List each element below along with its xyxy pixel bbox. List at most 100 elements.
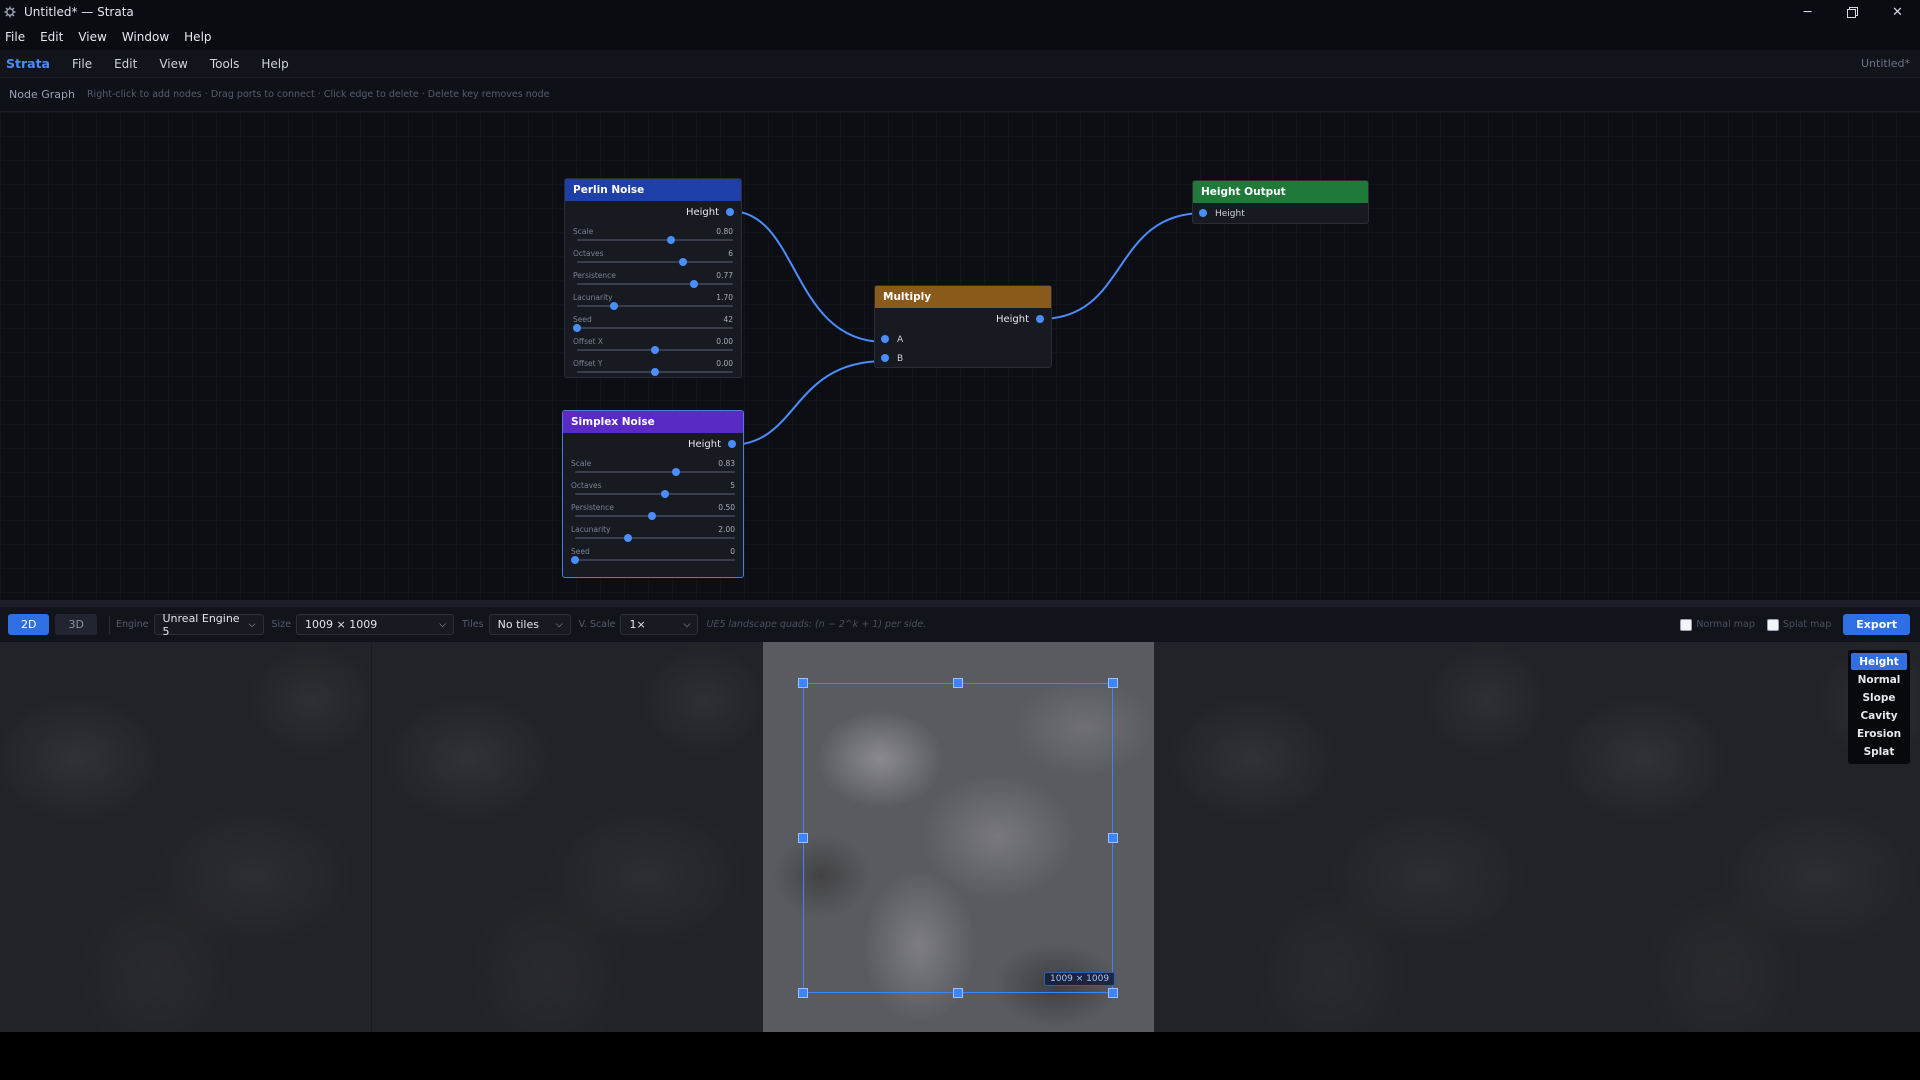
param-value: 0.77 — [716, 271, 733, 280]
multiply-input-b-port[interactable] — [881, 354, 889, 362]
simplex-param-row: Octaves 5 — [563, 477, 743, 499]
slider-thumb[interactable] — [666, 236, 675, 244]
slider-thumb[interactable] — [651, 368, 659, 376]
param-slider[interactable] — [577, 302, 733, 310]
app-menu-tools[interactable]: Tools — [210, 57, 240, 71]
os-menu-window[interactable]: Window — [122, 30, 169, 44]
param-slider[interactable] — [575, 512, 735, 520]
vscale-select[interactable]: 1× ⌵ — [620, 614, 699, 635]
slider-thumb[interactable] — [679, 258, 688, 266]
perlin-param-row: Scale 0.80 — [565, 223, 741, 245]
simplex-param-row: Lacunarity 2.00 — [563, 521, 743, 543]
resize-handle-s[interactable] — [953, 988, 963, 998]
multiply-node[interactable]: Multiply Height A B — [874, 285, 1052, 368]
param-slider[interactable] — [577, 346, 733, 354]
size-select[interactable]: 1009 × 1009 ⌵ — [296, 614, 455, 635]
slider-thumb[interactable] — [571, 556, 579, 564]
mode-cavity[interactable]: Cavity — [1851, 707, 1907, 724]
multiply-input-a-port[interactable] — [881, 335, 889, 343]
tiles-select[interactable]: No tiles ⌵ — [488, 614, 571, 635]
perlin-param-row: Persistence 0.77 — [565, 267, 741, 289]
chevron-down-icon: ⌵ — [439, 619, 447, 630]
multiply-output-port[interactable] — [1036, 315, 1044, 323]
perlin-output-port[interactable] — [726, 208, 734, 216]
app-menu-help[interactable]: Help — [261, 57, 288, 71]
os-menu-file[interactable]: File — [5, 30, 25, 44]
perlin-output-label: Height — [685, 206, 719, 218]
vscale-select-value: 1× — [629, 618, 646, 631]
node-graph-canvas[interactable]: Perlin Noise Height Scale 0.80 Octaves 6 Per… — [0, 112, 1920, 600]
os-menu-view[interactable]: View — [78, 30, 106, 44]
param-slider[interactable] — [573, 324, 733, 332]
param-slider[interactable] — [577, 258, 733, 266]
selection-size-label: 1009 × 1009 — [1044, 972, 1116, 986]
slider-thumb[interactable] — [651, 346, 659, 354]
resize-handle-w[interactable] — [798, 833, 808, 843]
param-value: 6 — [728, 249, 733, 258]
view-2d-button[interactable]: 2D — [8, 614, 50, 635]
perlin-param-row: Offset X 0.00 — [565, 333, 741, 355]
splat-map-checkbox[interactable] — [1766, 618, 1779, 631]
app-menu-bar: Strata File Edit View Tools Help Untitle… — [0, 50, 1920, 78]
param-slider[interactable] — [577, 280, 733, 288]
crop-selection[interactable] — [803, 683, 1113, 993]
slider-thumb[interactable] — [660, 490, 669, 498]
mode-height[interactable]: Height — [1851, 653, 1907, 670]
app-menu-edit[interactable]: Edit — [114, 57, 137, 71]
chevron-down-icon: ⌵ — [683, 619, 691, 630]
minimize-icon[interactable]: ─ — [1785, 0, 1830, 24]
resize-handle-ne[interactable] — [1108, 678, 1118, 688]
param-slider[interactable] — [575, 534, 735, 542]
export-button[interactable]: Export — [1843, 614, 1910, 635]
resize-handle-e[interactable] — [1108, 833, 1118, 843]
restore-icon[interactable] — [1830, 0, 1875, 24]
simplex-noise-node[interactable]: Simplex Noise Height Scale 0.83 Octaves 5 Pe… — [562, 410, 744, 578]
param-label: Seed — [573, 315, 592, 324]
simplex-output-port[interactable] — [728, 440, 736, 448]
mode-splat[interactable]: Splat — [1851, 743, 1907, 760]
mode-normal[interactable]: Normal — [1851, 671, 1907, 688]
slider-thumb[interactable] — [671, 468, 680, 476]
app-menu-file[interactable]: File — [72, 57, 92, 71]
param-slider[interactable] — [575, 490, 735, 498]
engine-select[interactable]: Unreal Engine 5 ⌵ — [153, 612, 264, 638]
resize-handle-sw[interactable] — [798, 988, 808, 998]
resize-handle-se[interactable] — [1108, 988, 1118, 998]
slider-thumb[interactable] — [623, 534, 632, 542]
param-label: Octaves — [571, 481, 602, 490]
panel-splitter[interactable] — [0, 600, 1920, 607]
param-value: 0.00 — [716, 359, 733, 368]
normal-map-checkbox[interactable] — [1680, 618, 1693, 631]
mode-slope[interactable]: Slope — [1851, 689, 1907, 706]
param-slider[interactable] — [577, 368, 733, 376]
param-slider[interactable] — [575, 468, 735, 476]
height-output-input-port[interactable] — [1199, 209, 1207, 217]
app-menu-view[interactable]: View — [159, 57, 187, 71]
param-label: Persistence — [573, 271, 616, 280]
close-icon[interactable]: ✕ — [1875, 0, 1920, 24]
simplex-output-row: Height — [563, 433, 743, 455]
perlin-params: Scale 0.80 Octaves 6 Persistence 0.77 Lacunari… — [565, 223, 741, 377]
resize-handle-n[interactable] — [953, 678, 963, 688]
node-graph-header: Node Graph Right-click to add nodes · Dr… — [0, 78, 1920, 112]
param-value: 1.70 — [716, 293, 733, 302]
mode-erosion[interactable]: Erosion — [1851, 725, 1907, 742]
os-menu-help[interactable]: Help — [184, 30, 211, 44]
param-slider[interactable] — [577, 236, 733, 244]
perlin-noise-node[interactable]: Perlin Noise Height Scale 0.80 Octaves 6 Per… — [564, 178, 742, 378]
param-slider[interactable] — [571, 556, 735, 564]
heightmap-viewport[interactable]: 1009 × 1009 Height Normal Slope Cavity E… — [0, 642, 1920, 1032]
edge-perlin-to-multiply-a — [729, 210, 886, 343]
perlin-param-row: Offset Y 0.00 — [565, 355, 741, 377]
slider-thumb[interactable] — [610, 302, 619, 310]
param-value: 5 — [730, 481, 735, 490]
height-output-node[interactable]: Height Output Height — [1192, 180, 1369, 224]
resize-handle-nw[interactable] — [798, 678, 808, 688]
simplex-param-row: Seed 0 — [563, 543, 743, 565]
slider-thumb[interactable] — [573, 324, 581, 332]
view-3d-button[interactable]: 3D — [55, 614, 97, 635]
title-bar: Untitled* — Strata ─ ✕ — [0, 0, 1920, 24]
os-menu-edit[interactable]: Edit — [40, 30, 63, 44]
slider-thumb[interactable] — [690, 280, 698, 288]
slider-thumb[interactable] — [647, 512, 656, 520]
